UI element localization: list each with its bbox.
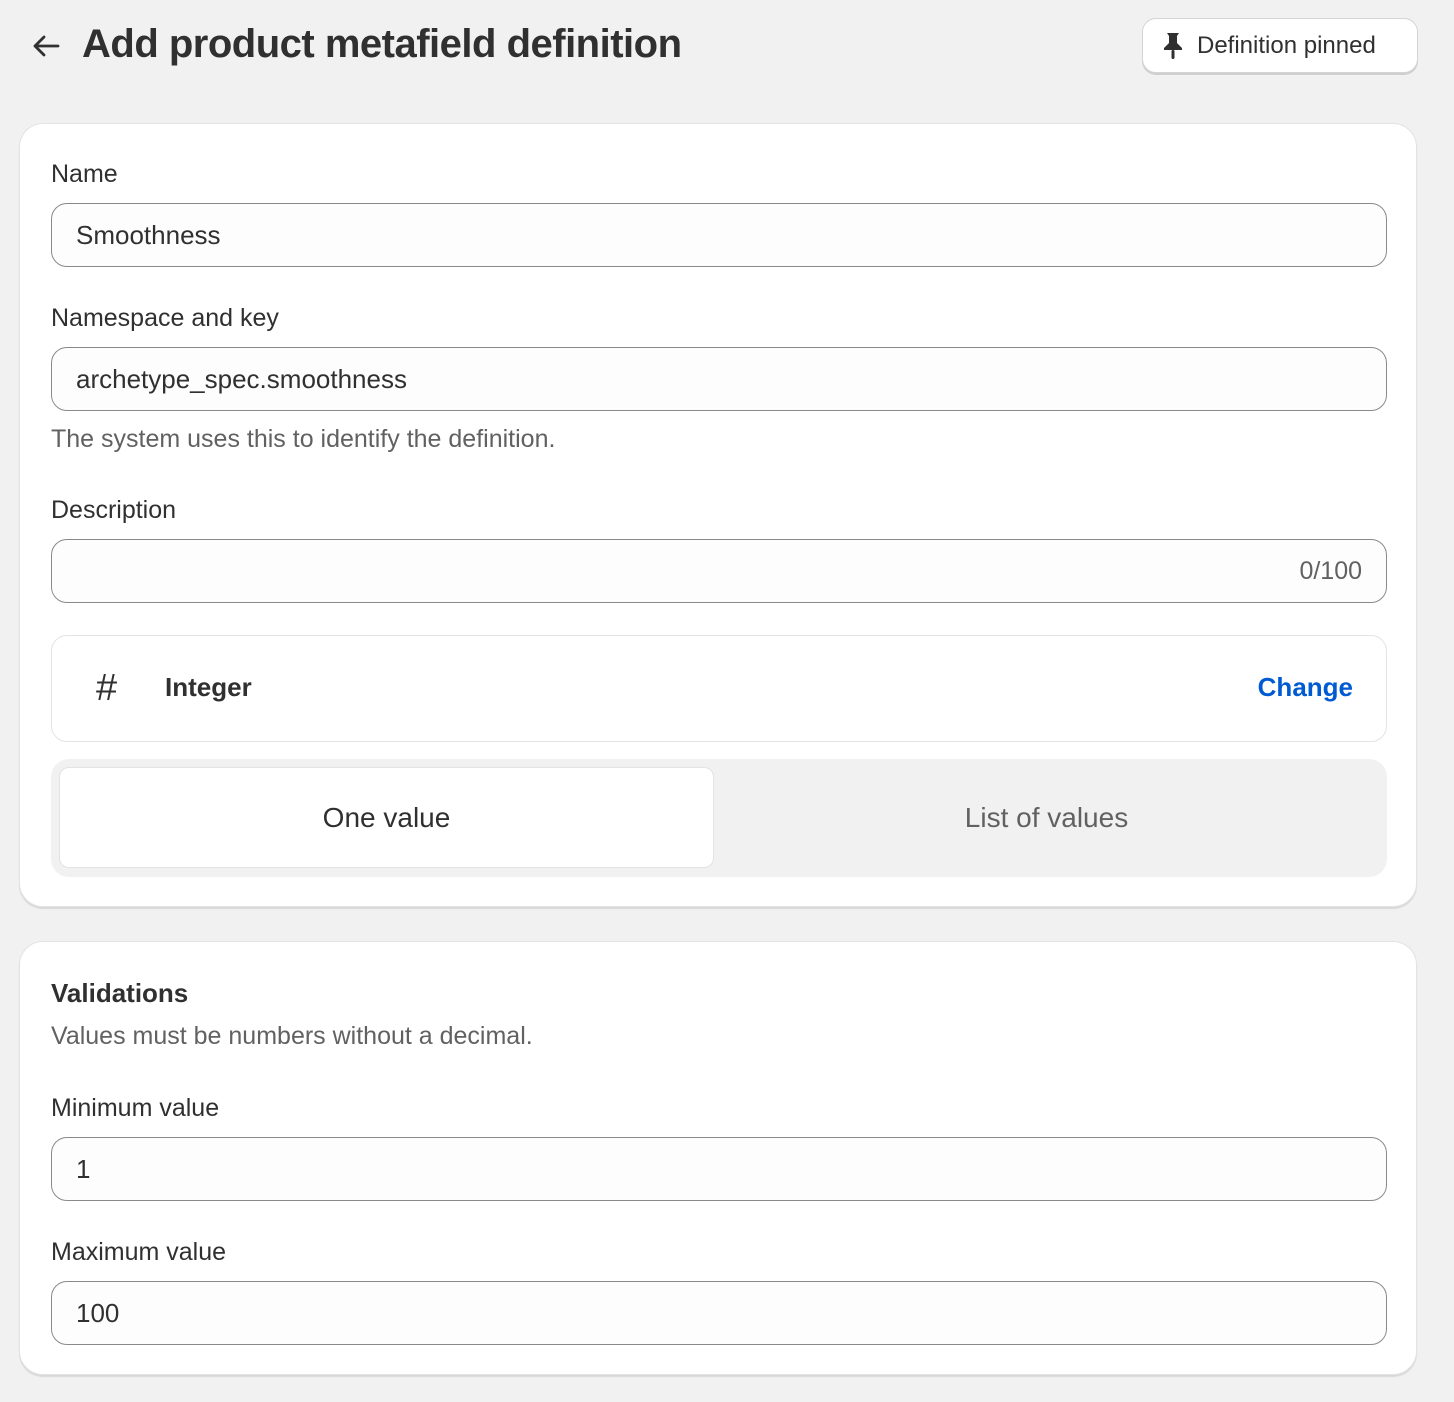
min-value-field[interactable]: 1 [51,1137,1387,1201]
name-label: Name [51,160,118,188]
namespace-field-value: archetype_spec.smoothness [76,363,407,394]
hashtag-icon: # [96,667,118,709]
page-title: Add product metafield definition [82,22,682,66]
name-field[interactable]: Smoothness [51,203,1387,267]
min-value-label: Minimum value [51,1094,220,1122]
max-value-field-value: 100 [76,1297,120,1328]
description-field[interactable]: 0/100 [51,539,1387,603]
namespace-field[interactable]: archetype_spec.smoothness [51,347,1387,411]
change-type-link[interactable]: Change [1258,672,1353,703]
list-of-values-option[interactable]: List of values [714,767,1379,868]
type-selector: # Integer Change [51,635,1387,742]
one-value-option[interactable]: One value [59,767,714,868]
definition-card: Name Smoothness Namespace and key archet… [19,123,1417,907]
pin-icon [1164,32,1182,59]
namespace-label: Namespace and key [51,304,279,332]
arrow-left-icon [33,35,60,57]
min-value-field-value: 1 [76,1153,91,1184]
description-label: Description [51,496,177,524]
back-button[interactable] [26,26,66,66]
value-count-toggle: One value List of values [51,759,1387,877]
validations-card: Validations Values must be numbers witho… [19,941,1417,1375]
max-value-label: Maximum value [51,1238,227,1266]
max-value-field[interactable]: 100 [51,1281,1387,1345]
namespace-help-text: The system uses this to identify the def… [51,425,556,453]
page-header: Add product metafield definition Definit… [0,0,1454,92]
pin-button-label: Definition pinned [1197,31,1376,59]
validations-help-text: Values must be numbers without a decimal… [51,1022,533,1050]
validations-title: Validations [51,978,189,1008]
name-field-value: Smoothness [76,219,221,250]
type-name: Integer [165,672,252,702]
definition-pinned-button[interactable]: Definition pinned [1142,18,1418,73]
description-char-counter: 0/100 [1299,556,1362,585]
